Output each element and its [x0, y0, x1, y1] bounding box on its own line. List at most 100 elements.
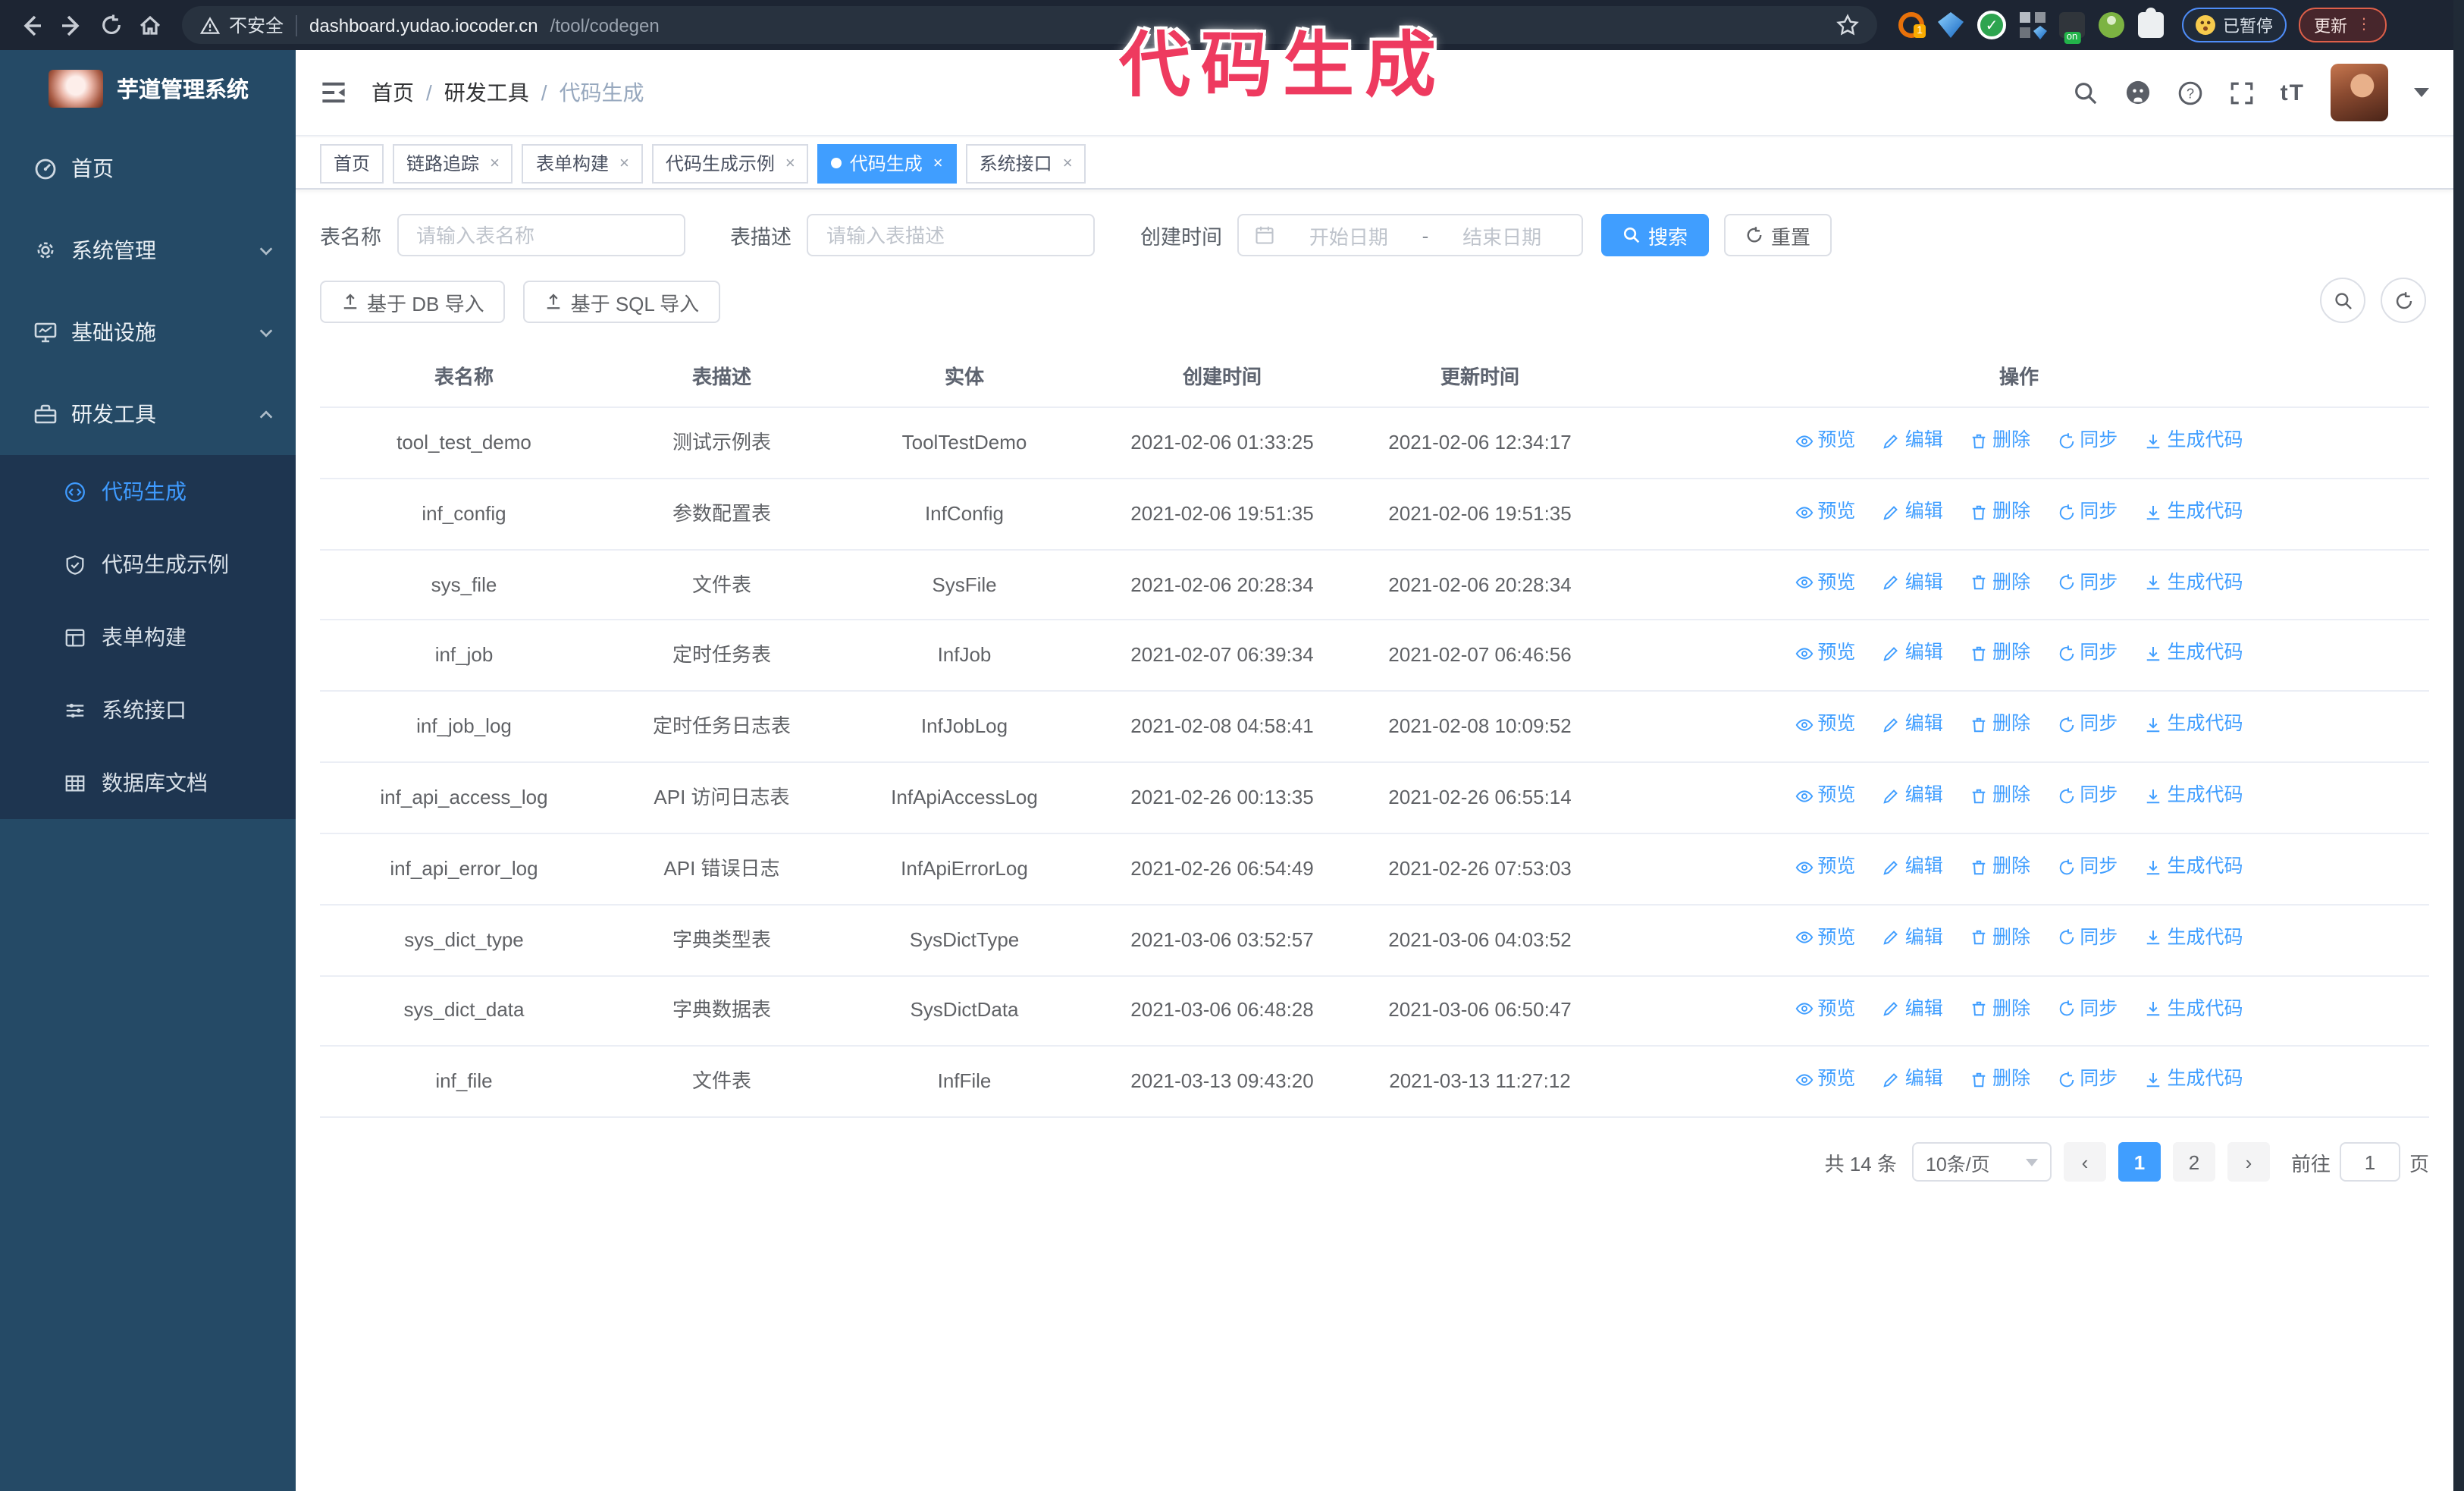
generate-code-link[interactable]: 生成代码 — [2145, 639, 2243, 669]
extension-icon-check[interactable]: ✓ — [1977, 11, 2006, 39]
refresh-table-button[interactable] — [2381, 278, 2426, 323]
generate-code-link[interactable]: 生成代码 — [2145, 852, 2243, 882]
page-size-select[interactable]: 10条/页 — [1911, 1142, 2052, 1182]
prev-page-button[interactable]: ‹ — [2063, 1142, 2106, 1182]
generate-code-link[interactable]: 生成代码 — [2145, 711, 2243, 740]
import-sql-button[interactable]: 基于 SQL 导入 — [523, 281, 721, 323]
extensions-puzzle-icon[interactable] — [2138, 8, 2164, 38]
delete-link[interactable]: 删除 — [1970, 711, 2030, 740]
tab-codegen[interactable]: 代码生成 × — [817, 143, 957, 183]
address-bar[interactable]: 不安全 dashboard.yudao.iocoder.cn/tool/code… — [182, 6, 1877, 44]
tab-tracing[interactable]: 链路追踪 × — [393, 143, 513, 183]
bookmark-star-icon[interactable] — [1836, 14, 1859, 36]
extension-icon-orange[interactable]: 1 — [1898, 12, 1926, 38]
paused-badge[interactable]: 已暂停 — [2182, 8, 2287, 42]
generate-code-link[interactable]: 生成代码 — [2145, 994, 2243, 1024]
hamburger-icon[interactable] — [320, 79, 347, 106]
sidebar-item-form-builder[interactable]: 表单构建 — [0, 601, 296, 673]
edit-link[interactable]: 编辑 — [1882, 498, 1943, 527]
delete-link[interactable]: 删除 — [1970, 781, 2030, 811]
help-icon[interactable]: ? — [2177, 80, 2203, 105]
generate-code-link[interactable]: 生成代码 — [2145, 426, 2243, 456]
sync-link[interactable]: 同步 — [2057, 426, 2118, 456]
sync-link[interactable]: 同步 — [2057, 994, 2118, 1024]
tab-system-api[interactable]: 系统接口 × — [965, 143, 1086, 183]
goto-page-input[interactable] — [2339, 1142, 2400, 1182]
sidebar-item-system-api[interactable]: 系统接口 — [0, 673, 296, 746]
sync-link[interactable]: 同步 — [2057, 1066, 2118, 1095]
edit-link[interactable]: 编辑 — [1882, 568, 1943, 598]
extension-icon-person[interactable] — [2099, 12, 2124, 38]
avatar[interactable] — [2331, 64, 2388, 121]
page-button-2[interactable]: 2 — [2172, 1142, 2215, 1182]
edit-link[interactable]: 编辑 — [1882, 852, 1943, 882]
edit-link[interactable]: 编辑 — [1882, 711, 1943, 740]
sidebar-item-codegen-example[interactable]: 代码生成示例 — [0, 528, 296, 601]
sidebar-item-home[interactable]: 首页 — [0, 127, 296, 209]
extension-icon-tampermonkey[interactable]: on — [2059, 12, 2085, 44]
sync-link[interactable]: 同步 — [2057, 852, 2118, 882]
edit-link[interactable]: 编辑 — [1882, 639, 1943, 669]
generate-code-link[interactable]: 生成代码 — [2145, 1066, 2243, 1095]
github-icon[interactable] — [2124, 79, 2152, 106]
home-button[interactable] — [130, 5, 170, 45]
sync-link[interactable]: 同步 — [2057, 781, 2118, 811]
sidebar-item-codegen[interactable]: 代码生成 — [0, 455, 296, 528]
sync-link[interactable]: 同步 — [2057, 498, 2118, 527]
close-icon[interactable]: × — [785, 154, 795, 172]
preview-link[interactable]: 预览 — [1795, 639, 1855, 669]
edit-link[interactable]: 编辑 — [1882, 1066, 1943, 1095]
preview-link[interactable]: 预览 — [1795, 781, 1855, 811]
close-icon[interactable]: × — [490, 154, 500, 172]
forward-button[interactable] — [52, 5, 91, 45]
close-icon[interactable]: × — [1063, 154, 1073, 172]
preview-link[interactable]: 预览 — [1795, 924, 1855, 953]
app-logo[interactable]: 芋道管理系统 — [0, 50, 296, 127]
extension-icon-gem[interactable] — [1938, 12, 1964, 38]
font-size-icon[interactable]: tT — [2281, 80, 2305, 105]
reload-button[interactable] — [91, 5, 130, 45]
edit-link[interactable]: 编辑 — [1882, 924, 1943, 953]
generate-code-link[interactable]: 生成代码 — [2145, 924, 2243, 953]
delete-link[interactable]: 删除 — [1970, 498, 2030, 527]
tab-codegen-example[interactable]: 代码生成示例 × — [651, 143, 809, 183]
close-icon[interactable]: × — [933, 154, 943, 172]
preview-link[interactable]: 预览 — [1795, 426, 1855, 456]
preview-link[interactable]: 预览 — [1795, 498, 1855, 527]
extension-icon-grid[interactable] — [2020, 12, 2045, 38]
fullscreen-icon[interactable] — [2229, 80, 2255, 105]
generate-code-link[interactable]: 生成代码 — [2145, 781, 2243, 811]
toggle-search-button[interactable] — [2320, 278, 2365, 323]
preview-link[interactable]: 预览 — [1795, 711, 1855, 740]
preview-link[interactable]: 预览 — [1795, 852, 1855, 882]
delete-link[interactable]: 删除 — [1970, 426, 2030, 456]
delete-link[interactable]: 删除 — [1970, 852, 2030, 882]
sidebar-item-system[interactable]: 系统管理 — [0, 209, 296, 291]
date-range-picker[interactable]: 开始日期 - 结束日期 — [1237, 214, 1583, 256]
delete-link[interactable]: 删除 — [1970, 994, 2030, 1024]
close-icon[interactable]: × — [619, 154, 629, 172]
preview-link[interactable]: 预览 — [1795, 994, 1855, 1024]
sidebar-item-infrastructure[interactable]: 基础设施 — [0, 291, 296, 373]
generate-code-link[interactable]: 生成代码 — [2145, 498, 2243, 527]
breadcrumb-home[interactable]: 首页 — [371, 77, 414, 108]
sync-link[interactable]: 同步 — [2057, 924, 2118, 953]
search-button[interactable]: 搜索 — [1601, 214, 1710, 256]
preview-link[interactable]: 预览 — [1795, 1066, 1855, 1095]
delete-link[interactable]: 删除 — [1970, 568, 2030, 598]
browser-update-button[interactable]: 更新 ⋮ — [2299, 8, 2387, 42]
import-db-button[interactable]: 基于 DB 导入 — [320, 281, 506, 323]
table-desc-input[interactable] — [807, 214, 1095, 256]
page-scrollbar[interactable] — [2453, 0, 2464, 1491]
sidebar-item-devtools[interactable]: 研发工具 — [0, 373, 296, 455]
kebab-menu-icon[interactable]: ⋮ — [2356, 17, 2372, 33]
sync-link[interactable]: 同步 — [2057, 639, 2118, 669]
preview-link[interactable]: 预览 — [1795, 568, 1855, 598]
edit-link[interactable]: 编辑 — [1882, 426, 1943, 456]
next-page-button[interactable]: › — [2227, 1142, 2270, 1182]
delete-link[interactable]: 删除 — [1970, 924, 2030, 953]
tab-form-builder[interactable]: 表单构建 × — [522, 143, 643, 183]
reset-button[interactable]: 重置 — [1724, 214, 1832, 256]
back-button[interactable] — [12, 5, 52, 45]
page-button-1[interactable]: 1 — [2118, 1142, 2161, 1182]
